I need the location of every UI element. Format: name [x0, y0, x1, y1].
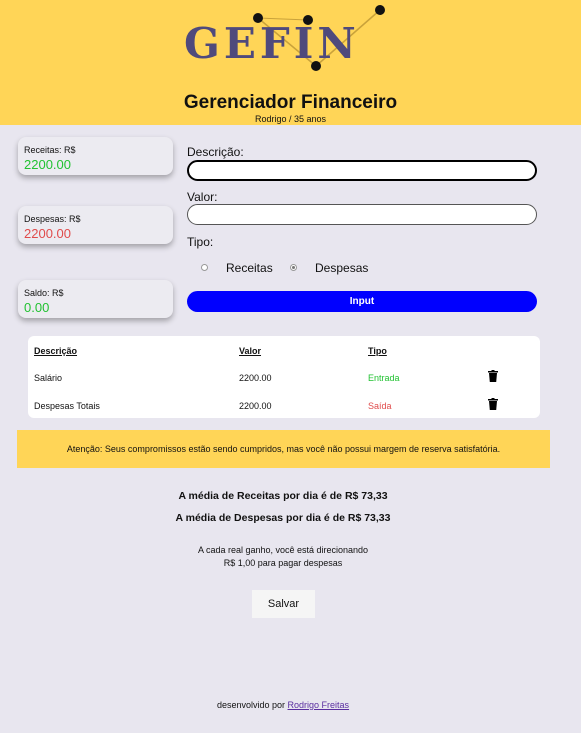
footer-prefix: desenvolvido por — [216, 700, 285, 710]
input-button[interactable]: Input — [187, 291, 537, 312]
despesas-card: Despesas: R$ 2200.00 — [18, 206, 173, 244]
svg-text:GEFIN: GEFIN — [184, 19, 360, 68]
alert-banner: Atenção: Seus compromissos estão sendo c… — [17, 430, 550, 468]
ratio-line-1: A cada real ganho, você está direcionand… — [197, 545, 369, 555]
gefin-logo: GEFIN — [184, 5, 385, 71]
despesas-label: Despesas: R$ — [24, 214, 81, 224]
row-1-trash-icon[interactable] — [488, 370, 498, 382]
row-2-valor: 2200.00 — [239, 401, 272, 411]
tipo-label: Tipo: — [187, 235, 214, 249]
saldo-card: Saldo: R$ 0.00 — [18, 280, 173, 318]
header-descricao: Descrição — [34, 346, 78, 356]
row-1-tipo: Entrada — [368, 373, 400, 383]
despesas-radio[interactable] — [290, 264, 297, 271]
receitas-radio[interactable] — [201, 264, 208, 271]
receitas-radio-label[interactable]: Receitas — [226, 261, 273, 275]
save-button[interactable]: Salvar — [252, 590, 315, 618]
receitas-average: A média de Receitas por dia é de R$ 73,3… — [178, 490, 388, 502]
row-2-trash-icon[interactable] — [488, 398, 498, 410]
header-valor: Valor — [239, 346, 262, 356]
despesas-radio-label[interactable]: Despesas — [315, 261, 368, 275]
descricao-input[interactable] — [187, 160, 537, 181]
page-title: Gerenciador Financeiro — [183, 92, 398, 113]
row-1-descricao: Salário — [34, 373, 63, 383]
descricao-label: Descrição: — [187, 145, 244, 159]
transactions-table: Descrição Valor Tipo Salário 2200.00 Ent… — [28, 336, 540, 418]
saldo-label: Saldo: R$ — [24, 288, 64, 298]
header-tipo: Tipo — [368, 346, 387, 356]
saldo-value: 0.00 — [24, 300, 50, 315]
footer: desenvolvido por Rodrigo Freitas — [0, 700, 566, 710]
receitas-card: Receitas: R$ 2200.00 — [18, 137, 173, 175]
author-link[interactable]: Rodrigo Freitas — [288, 700, 350, 710]
despesas-value: 2200.00 — [24, 226, 71, 241]
receitas-label: Receitas: R$ — [24, 145, 76, 155]
receitas-value: 2200.00 — [24, 157, 71, 172]
despesas-average: A média de Despesas por dia é de R$ 73,3… — [175, 512, 391, 524]
page-subtitle: Rodrigo / 35 anos — [254, 114, 327, 124]
row-2-descricao: Despesas Totais — [34, 401, 100, 411]
row-1-valor: 2200.00 — [239, 373, 272, 383]
valor-input[interactable] — [187, 204, 537, 225]
row-2-tipo: Saída — [368, 401, 392, 411]
app-header: GEFIN Gerenciador Financeiro Rodrigo / 3… — [0, 0, 581, 125]
ratio-line-2: R$ 1,00 para pagar despesas — [223, 558, 343, 568]
valor-label: Valor: — [187, 190, 218, 204]
